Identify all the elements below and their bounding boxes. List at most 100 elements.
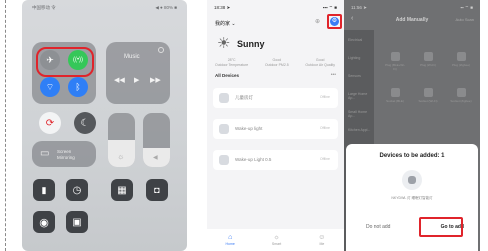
bottom-nav: ⌂ Home ☼ Smart ☺ Me — [207, 229, 344, 251]
bluetooth-icon: ᛒ — [75, 82, 81, 92]
weather-stats: 28°C Outdoor Temperature Good Outdoor PM… — [215, 58, 335, 67]
nav-home[interactable]: ⌂ Home — [226, 234, 235, 246]
device-row[interactable]: Wake-up light Offline — [213, 119, 338, 139]
bluetooth-toggle[interactable]: ᛒ — [68, 77, 88, 97]
more-icon[interactable]: ••• — [331, 72, 336, 78]
camera-icon: ◘ — [154, 185, 160, 195]
device-row[interactable]: 儿童房灯 Offline — [213, 88, 338, 108]
camera-button[interactable]: ◘ — [146, 179, 168, 201]
highlight-box — [36, 47, 94, 77]
device-icon — [219, 124, 229, 134]
status-bar: 18:38 ➤ ▪▪▪ ⌔ ■ — [214, 5, 337, 11]
qr-scanner-button[interactable]: ▣ — [66, 211, 88, 233]
wifi-toggle[interactable]: ⌔ — [40, 77, 60, 97]
do-not-add-button[interactable]: Do not add — [366, 224, 390, 230]
music-title: Music — [124, 54, 140, 60]
highlight-box — [419, 217, 463, 237]
device-row[interactable]: Wake-up Light 0.5 Offline — [213, 150, 338, 170]
device-type-item[interactable]: Socket (BLE) — [384, 88, 406, 103]
device-type-item[interactable]: Plug (BLE+Wi-Fi) — [384, 52, 406, 71]
moon-icon: ☾ — [80, 117, 90, 129]
weather-stat: 28°C Outdoor Temperature — [215, 58, 248, 67]
lamp-icon — [402, 170, 422, 190]
device-type-label: Plug (Wi-Fi) — [420, 63, 436, 67]
timer-icon: ◷ — [72, 184, 82, 196]
found-device-name: NKYDWL 灯 睡眠灯智能灯 — [391, 196, 433, 200]
device-name: Wake-up light — [235, 126, 263, 131]
play-icon[interactable]: ▶ — [134, 76, 139, 84]
highlight-box — [327, 14, 342, 29]
device-type-icon — [456, 52, 466, 61]
airplay-icon[interactable] — [158, 47, 164, 53]
device-type-label: Plug (Zigbee) — [451, 63, 470, 67]
weather-stat-label: Outdoor PM2.5 — [264, 62, 289, 67]
device-type-icon — [390, 52, 400, 61]
device-type-item[interactable]: Socket (Wi-Fi) — [417, 88, 439, 103]
home-selector[interactable]: 我的家 ⌄ — [215, 20, 236, 27]
screen-mirroring-label-line2: Mirroring — [57, 155, 75, 160]
screen-record-button[interactable]: ◉ — [33, 211, 55, 233]
nav-label: Me — [319, 242, 325, 246]
next-track-icon[interactable]: ▶▶ — [150, 76, 161, 84]
weather-stat: Good Outdoor PM2.5 — [265, 58, 289, 67]
device-type-item[interactable]: Plug (Zigbee) — [450, 52, 472, 67]
profile-icon: ☺ — [318, 234, 326, 241]
lamp-icon-shape — [408, 176, 416, 184]
carrier-label: 中国移动 令 — [32, 5, 56, 10]
do-not-disturb-toggle[interactable]: ☾ — [74, 112, 96, 134]
status-bar: 11:56 ➤ ▪▪ ⌔ ■ — [351, 5, 473, 11]
time-label: 11:56 ➤ — [351, 5, 367, 10]
device-icon — [219, 155, 229, 165]
auto-scan-tab[interactable]: Auto Scan — [456, 17, 474, 22]
smart-home-screen: 18:38 ➤ ▪▪▪ ⌔ ■ 我的家 ⌄ ⊕ ⚙ ☀ Sunny 28°C O… — [207, 0, 344, 251]
brightness-slider[interactable]: ☼ — [108, 113, 135, 167]
flashlight-icon: ▮ — [41, 184, 47, 195]
sidebar-item[interactable]: Small Home Ap... — [348, 110, 374, 118]
device-type-icon — [423, 52, 433, 61]
weather-title: Sunny — [237, 39, 265, 49]
device-type-icon — [423, 88, 433, 97]
weather-stat-label: Outdoor Air Quality — [305, 62, 335, 67]
record-icon: ◉ — [39, 216, 49, 229]
device-status: Offline — [319, 157, 330, 161]
control-center-screen: 中国移动 令 ◀ ● 80% ■ ✈ ((•)) ⌔ ᛒ Music ◀◀ ▶ … — [22, 0, 187, 251]
calculator-button[interactable]: ▦ — [111, 179, 133, 201]
screen-mirroring-icon: ▭ — [40, 148, 50, 159]
flashlight-button[interactable]: ▮ — [33, 179, 55, 201]
volume-icon: ◀ — [153, 155, 158, 161]
sidebar-item[interactable]: Sensors — [348, 74, 361, 78]
status-bar: 中国移动 令 ◀ ● 80% ■ — [32, 5, 177, 13]
timer-button[interactable]: ◷ — [66, 179, 88, 201]
rotation-lock-toggle[interactable]: ⟳ — [39, 112, 61, 134]
signal-label: ▪▪▪ ⌔ ■ — [322, 5, 337, 10]
music-tile[interactable]: Music ◀◀ ▶ ▶▶ — [106, 42, 170, 104]
device-name: 儿童房灯 — [235, 95, 253, 100]
device-type-label: Socket (BLE) — [386, 99, 404, 103]
tab-all-devices[interactable]: All Devices — [215, 73, 239, 78]
nav-smart[interactable]: ☼ Smart — [272, 234, 281, 246]
sidebar-item[interactable]: Lighting — [348, 56, 360, 60]
previous-track-icon[interactable]: ◀◀ — [114, 76, 125, 84]
screen-mirroring-button[interactable]: ▭ Screen Mirroring — [32, 141, 96, 167]
qr-code-icon: ▣ — [72, 216, 82, 228]
sidebar-item[interactable]: Kitchen Appl... — [348, 128, 370, 132]
rotation-lock-icon: ⟳ — [45, 117, 55, 129]
nav-label: Home — [225, 242, 235, 246]
brightness-icon: ☼ — [117, 152, 125, 161]
sidebar-item[interactable]: Electrical — [348, 38, 362, 42]
volume-slider[interactable]: ◀ — [143, 113, 170, 167]
device-type-item[interactable]: Plug (Wi-Fi) — [417, 52, 439, 67]
device-type-label: Socket (Zigbee) — [450, 99, 472, 103]
device-type-label: Plug (BLE+Wi-Fi) — [385, 63, 405, 71]
device-status: Offline — [319, 126, 330, 130]
signal-label: ▪▪ ⌔ ■ — [460, 5, 473, 10]
nav-me[interactable]: ☺ Me — [318, 234, 325, 246]
device-type-icon — [456, 88, 466, 97]
weather-stat: Good Outdoor Air Quality — [305, 58, 335, 67]
battery-label: ◀ ● 80% ■ — [155, 5, 177, 10]
calculator-icon: ▦ — [117, 184, 127, 196]
sidebar-item[interactable]: Large Home Ap... — [348, 92, 374, 100]
add-device-icon[interactable]: ⊕ — [315, 18, 320, 25]
device-type-item[interactable]: Socket (Zigbee) — [450, 88, 472, 103]
nav-label: Smart — [271, 242, 282, 246]
